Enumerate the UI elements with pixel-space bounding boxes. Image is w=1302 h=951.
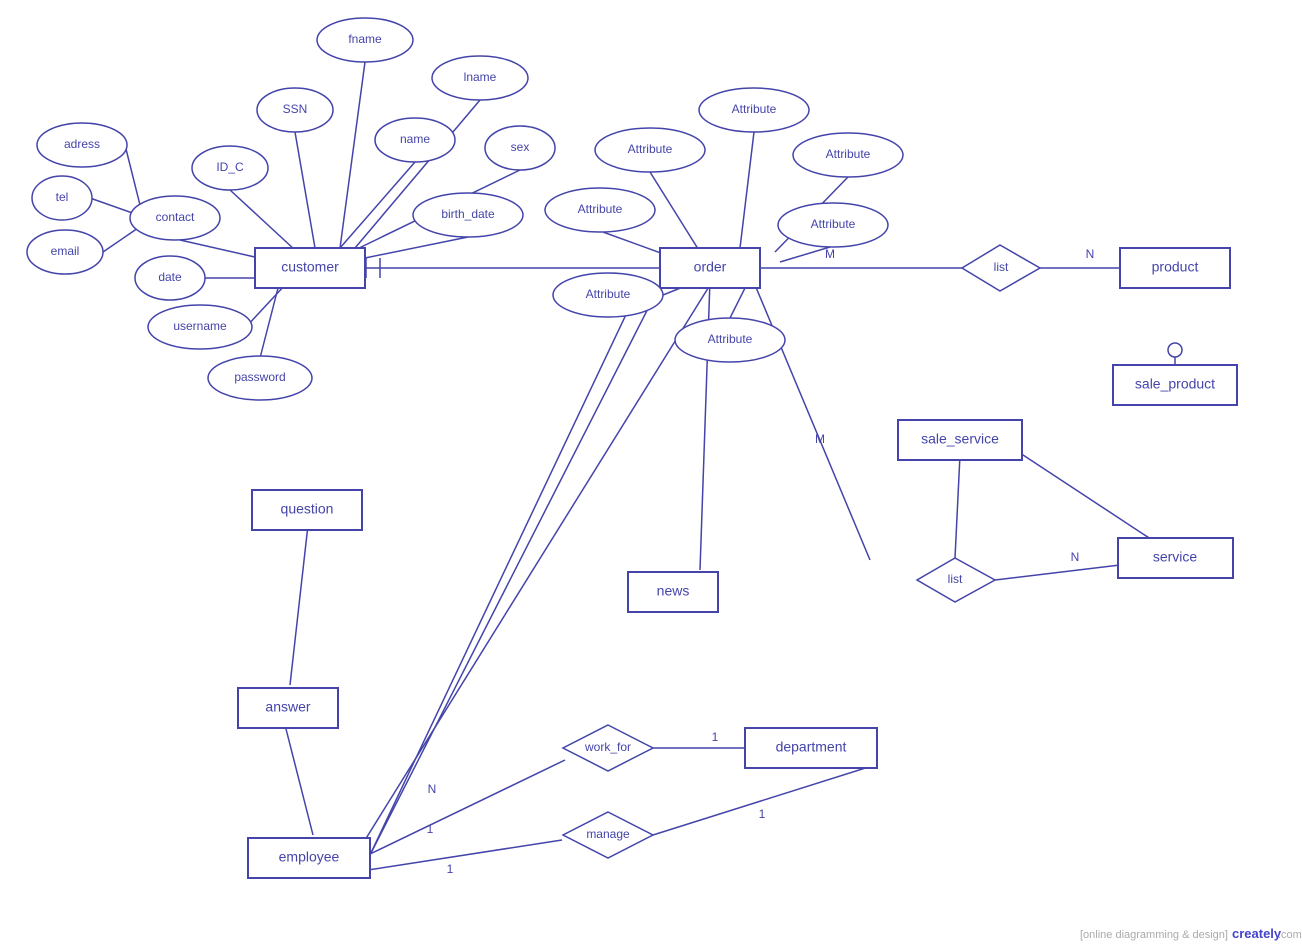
entity-department-label: department — [776, 739, 847, 755]
attr-name-label: name — [400, 132, 430, 146]
entity-employee-label: employee — [279, 849, 340, 865]
entity-product-label: product — [1152, 259, 1199, 275]
diamond-manage-label: manage — [586, 827, 630, 841]
attr-6-label: Attribute — [586, 287, 631, 301]
svg-text:1: 1 — [447, 862, 454, 876]
entity-order-label: order — [694, 259, 727, 275]
attr-adress-label: adress — [64, 137, 100, 151]
entity-sale-service-label: sale_service — [921, 431, 999, 447]
attr-1-label: Attribute — [732, 102, 777, 116]
entity-question-label: question — [281, 501, 334, 517]
svg-text:N: N — [1086, 247, 1095, 261]
diamond-work-for-label: work_for — [584, 740, 631, 754]
attr-password-label: password — [234, 370, 285, 384]
diamond-list2-label: list — [948, 572, 963, 586]
attr-ssn-label: SSN — [283, 102, 308, 116]
attr-email-label: email — [51, 244, 80, 258]
entity-answer-label: answer — [265, 699, 310, 715]
svg-text:M: M — [815, 432, 825, 446]
attr-7-label: Attribute — [708, 332, 753, 346]
attr-lname-label: lname — [464, 70, 497, 84]
attr-sex-label: sex — [511, 140, 530, 154]
attr-5-label: Attribute — [811, 217, 856, 231]
watermark-text: [online diagramming & design] — [1080, 929, 1228, 941]
attr-fname-label: fname — [348, 32, 382, 46]
attr-3-label: Attribute — [628, 142, 673, 156]
attr-4-label: Attribute — [578, 202, 623, 216]
watermark-ext: .com — [1278, 929, 1302, 941]
attr-username-label: username — [173, 319, 227, 333]
attr-birth-date-label: birth_date — [441, 207, 495, 221]
attr-tel-label: tel — [56, 190, 69, 204]
entity-news-label: news — [657, 583, 690, 599]
attr-id-c-label: ID_C — [216, 160, 244, 174]
entity-service-label: service — [1153, 549, 1198, 565]
svg-text:1: 1 — [427, 822, 434, 836]
attr-contact-label: contact — [156, 210, 195, 224]
attr-date-label: date — [158, 270, 182, 284]
svg-text:1: 1 — [712, 730, 719, 744]
entity-customer-label: customer — [281, 259, 339, 275]
diagram-container: M N M N N 1 1 — [0, 0, 1302, 951]
diamond-list1-label: list — [994, 260, 1009, 274]
svg-text:N: N — [1071, 550, 1080, 564]
watermark-brand: creately — [1232, 926, 1282, 941]
svg-text:1: 1 — [759, 807, 766, 821]
attr-2-label: Attribute — [826, 147, 871, 161]
svg-text:M: M — [825, 247, 835, 261]
svg-text:N: N — [428, 782, 437, 796]
entity-sale-product-label: sale_product — [1135, 376, 1215, 392]
